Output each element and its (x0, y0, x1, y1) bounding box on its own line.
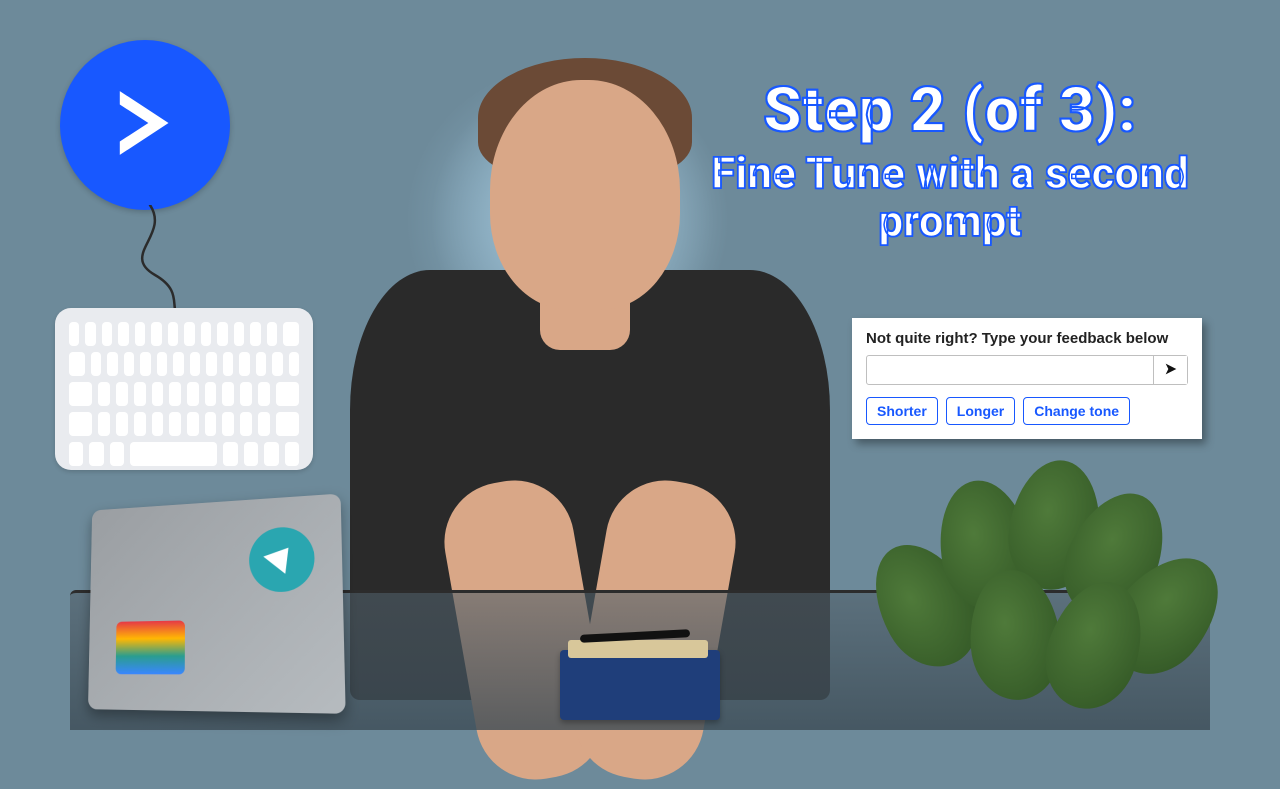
laptop-sticker-rainbow (116, 620, 185, 674)
feedback-chip-row: Shorter Longer Change tone (866, 397, 1188, 425)
chevron-right-icon (103, 81, 187, 169)
feedback-input[interactable] (867, 356, 1153, 384)
feedback-input-row (866, 355, 1188, 385)
laptop (70, 500, 370, 740)
notebook (560, 650, 720, 720)
send-button[interactable] (1153, 356, 1187, 384)
laptop-sticker-round (249, 526, 315, 593)
slide-title-line1: Step 2 (of 3): (670, 78, 1230, 143)
slide-title: Step 2 (of 3): Fine Tune with a second p… (670, 78, 1230, 246)
chip-shorter[interactable]: Shorter (866, 397, 938, 425)
brand-logo-badge (60, 40, 230, 210)
chip-change-tone[interactable]: Change tone (1023, 397, 1130, 425)
feedback-panel: Not quite right? Type your feedback belo… (852, 318, 1202, 439)
keyboard-icon (55, 308, 313, 470)
potted-plant (840, 420, 1220, 720)
mouse-cable-icon (130, 205, 250, 325)
feedback-label: Not quite right? Type your feedback belo… (866, 330, 1188, 347)
slide-title-line2: Fine Tune with a second prompt (670, 149, 1230, 246)
send-arrow-icon (1163, 361, 1179, 380)
chip-longer[interactable]: Longer (946, 397, 1015, 425)
